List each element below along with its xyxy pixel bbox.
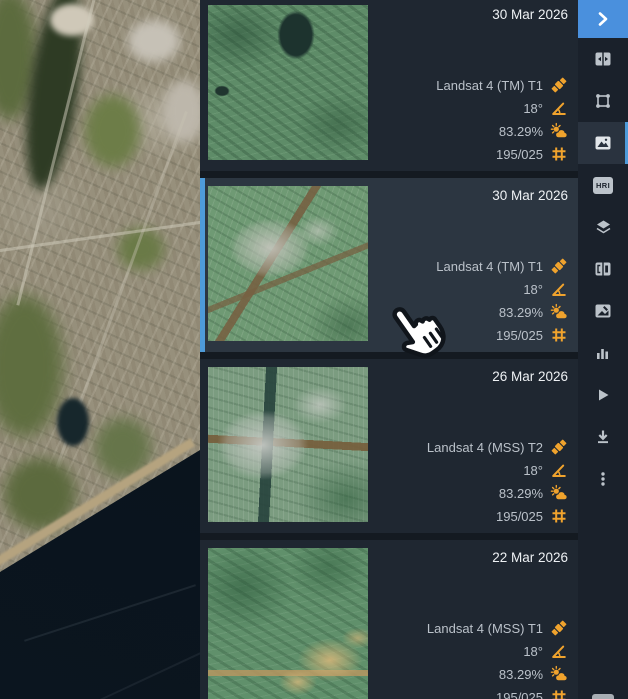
scene-date: 30 Mar 2026 bbox=[492, 187, 568, 204]
more-options-button[interactable] bbox=[578, 458, 628, 500]
collapse-panel-button[interactable] bbox=[578, 0, 628, 38]
scene-date: 22 Mar 2026 bbox=[492, 549, 568, 566]
satellite-icon bbox=[550, 438, 568, 456]
path-row-icon bbox=[550, 688, 568, 699]
path-row-icon bbox=[550, 507, 568, 525]
results-panel: 30 Mar 2026 Landsat 4 (TM) T1 18° 83.29%… bbox=[200, 0, 578, 699]
cloud-coverage: 83.29% bbox=[499, 305, 543, 320]
kebab-menu-icon bbox=[594, 470, 612, 488]
cloud-coverage-icon bbox=[550, 484, 568, 502]
scene-thumbnail[interactable] bbox=[208, 5, 368, 160]
map-pond bbox=[57, 398, 89, 446]
map-park bbox=[85, 95, 140, 167]
path-row: 195/025 bbox=[496, 690, 543, 699]
draw-region-button[interactable] bbox=[578, 290, 628, 332]
satellite-icon bbox=[550, 257, 568, 275]
sidebar: HRI bbox=[578, 0, 628, 699]
draw-region-icon bbox=[594, 302, 612, 320]
map-light-building bbox=[163, 80, 200, 142]
scene-date: 26 Mar 2026 bbox=[492, 368, 568, 385]
result-item[interactable]: 30 Mar 2026 Landsat 4 (TM) T1 18° 83.29%… bbox=[200, 178, 578, 352]
scene-thumbnail[interactable] bbox=[208, 367, 368, 522]
satellite-icon bbox=[550, 619, 568, 637]
layers-button[interactable] bbox=[578, 206, 628, 248]
layers-icon bbox=[594, 218, 613, 236]
sun-elevation: 18° bbox=[523, 463, 543, 478]
map[interactable] bbox=[0, 0, 200, 699]
path-row-icon bbox=[550, 145, 568, 163]
sun-elevation-icon bbox=[550, 280, 568, 298]
scene-thumbnail[interactable] bbox=[208, 548, 368, 699]
image-icon bbox=[594, 134, 612, 152]
sun-elevation-icon bbox=[550, 99, 568, 117]
path-row: 195/025 bbox=[496, 509, 543, 524]
hri-badge: HRI bbox=[593, 177, 613, 194]
path-row: 195/025 bbox=[496, 147, 543, 162]
chevron-right-icon bbox=[594, 10, 612, 28]
statistics-button[interactable] bbox=[578, 332, 628, 374]
app-screen: 30 Mar 2026 Landsat 4 (TM) T1 18° 83.29%… bbox=[0, 0, 628, 699]
scene-source: Landsat 4 (TM) T1 bbox=[436, 78, 543, 93]
cloud-coverage: 83.29% bbox=[499, 124, 543, 139]
split-view-button[interactable] bbox=[578, 248, 628, 290]
scene-date: 30 Mar 2026 bbox=[492, 6, 568, 23]
compare-icon bbox=[594, 50, 612, 68]
path-row: 195/025 bbox=[496, 328, 543, 343]
area-select-button[interactable] bbox=[578, 80, 628, 122]
download-button[interactable] bbox=[578, 416, 628, 458]
split-view-icon bbox=[594, 260, 612, 278]
sun-elevation: 18° bbox=[523, 101, 543, 116]
hri-button[interactable]: HRI bbox=[578, 164, 628, 206]
map-wake-streak bbox=[86, 651, 200, 699]
play-icon bbox=[594, 386, 612, 404]
sun-elevation: 18° bbox=[523, 282, 543, 297]
cloud-coverage-icon bbox=[550, 122, 568, 140]
map-green-area bbox=[0, 295, 63, 437]
scene-source: Landsat 4 (MSS) T2 bbox=[427, 440, 543, 455]
cloud-coverage-icon bbox=[550, 665, 568, 683]
cloud-coverage-icon bbox=[550, 303, 568, 321]
bottom-tool-partial[interactable] bbox=[592, 694, 614, 699]
download-icon bbox=[594, 428, 612, 446]
scene-source: Landsat 4 (MSS) T1 bbox=[427, 621, 543, 636]
scene-source: Landsat 4 (TM) T1 bbox=[436, 259, 543, 274]
compare-tool-button[interactable] bbox=[578, 38, 628, 80]
sun-elevation-icon bbox=[550, 642, 568, 660]
sun-elevation: 18° bbox=[523, 644, 543, 659]
result-item[interactable]: 30 Mar 2026 Landsat 4 (TM) T1 18° 83.29%… bbox=[200, 0, 578, 171]
result-item[interactable]: 22 Mar 2026 Landsat 4 (MSS) T1 18° 83.29… bbox=[200, 540, 578, 699]
timelapse-button[interactable] bbox=[578, 374, 628, 416]
cloud-coverage: 83.29% bbox=[499, 667, 543, 682]
scene-thumbnail[interactable] bbox=[208, 186, 368, 341]
cloud-coverage: 83.29% bbox=[499, 486, 543, 501]
sun-elevation-icon bbox=[550, 461, 568, 479]
imagery-tab-button[interactable] bbox=[578, 122, 628, 164]
bar-chart-icon bbox=[594, 344, 612, 362]
path-row-icon bbox=[550, 326, 568, 344]
satellite-icon bbox=[550, 76, 568, 94]
map-light-building bbox=[128, 20, 180, 62]
result-item[interactable]: 26 Mar 2026 Landsat 4 (MSS) T2 18° 83.29… bbox=[200, 359, 578, 533]
area-select-icon bbox=[594, 92, 612, 110]
map-wake-streak bbox=[24, 584, 196, 642]
